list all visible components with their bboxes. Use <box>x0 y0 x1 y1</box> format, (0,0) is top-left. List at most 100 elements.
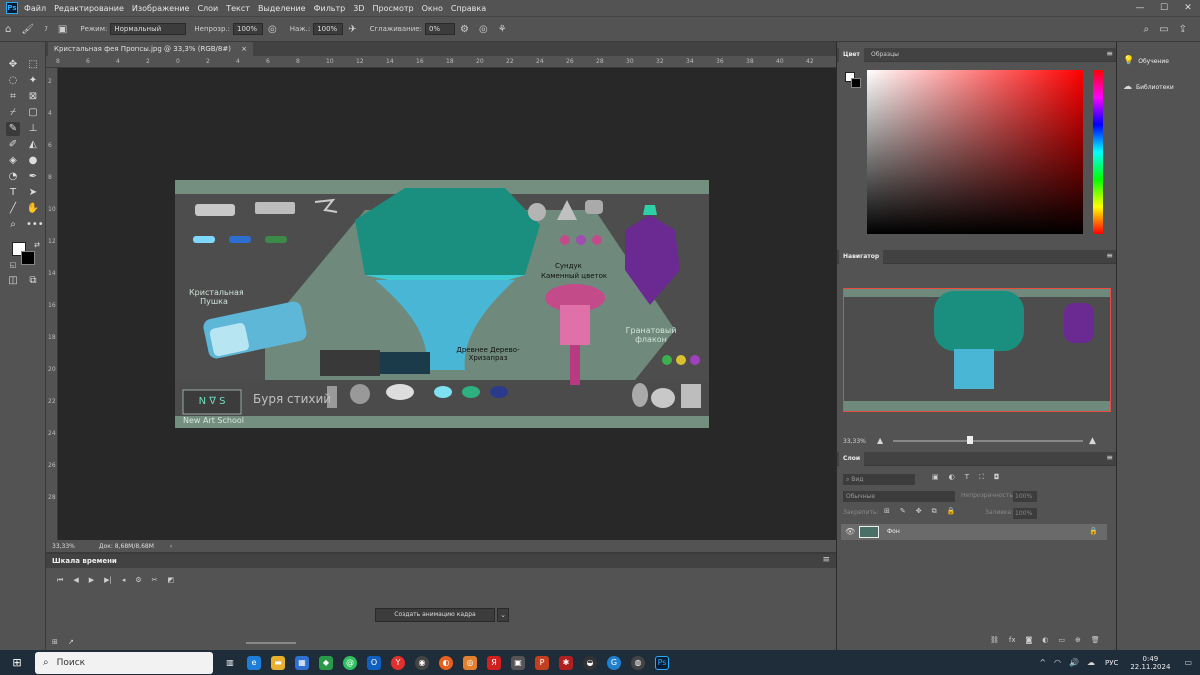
document-tab[interactable]: Кристальная фея Пропсы.jpg @ 33,3% (RGB/… <box>48 42 254 56</box>
lasso-tool-icon[interactable]: ◌ <box>6 74 20 88</box>
patch-tool-icon[interactable]: ▢ <box>26 106 40 120</box>
tab-color[interactable]: Цвет <box>839 48 864 62</box>
powerpoint-icon[interactable]: P <box>535 655 549 670</box>
libraries-panel-button[interactable]: ☁ Библиотеки <box>1123 82 1174 92</box>
document-image[interactable]: Кристальная Пушка Древнее Дерево-Хризапр… <box>175 180 709 428</box>
menu-3d[interactable]: 3D <box>353 4 364 13</box>
tray-network-icon[interactable]: ◠ <box>1054 658 1061 667</box>
close-icon[interactable]: ✕ <box>1176 0 1200 16</box>
zoom-out-icon[interactable]: ▲ <box>877 436 883 445</box>
zoom-in-icon[interactable]: ▲ <box>1089 436 1096 446</box>
first-frame-icon[interactable]: ⏮ <box>57 576 63 585</box>
minimize-icon[interactable]: — <box>1128 0 1152 16</box>
magic-wand-icon[interactable]: ✦ <box>26 74 40 88</box>
line-tool-icon[interactable]: ╱ <box>6 202 20 216</box>
yandex-icon[interactable]: Я <box>487 655 501 670</box>
group-icon[interactable]: ▭ <box>1058 636 1065 644</box>
app-icon-2[interactable]: ◉ <box>415 655 429 670</box>
layer-name[interactable]: Фон <box>887 528 900 535</box>
menu-image[interactable]: Изображение <box>132 4 190 13</box>
layer-row[interactable]: 👁 Фон 🔒 <box>841 524 1107 540</box>
blur-tool-icon[interactable]: ● <box>26 154 40 168</box>
whatsapp-icon[interactable]: @ <box>343 655 357 670</box>
stamp-tool-icon[interactable]: ⊥ <box>26 122 40 136</box>
windows-start-icon[interactable]: ⊞ <box>10 656 24 670</box>
notification-icon[interactable]: ▭ <box>1184 658 1192 667</box>
panel-background-swatch[interactable] <box>851 78 861 88</box>
next-frame-icon[interactable]: ▶| <box>104 576 112 585</box>
history-brush-icon[interactable]: ✐ <box>6 138 20 152</box>
brush-size-indicator[interactable]: 7 <box>44 26 48 33</box>
scissors-icon[interactable]: ✂ <box>152 576 158 585</box>
settings-gear-icon[interactable]: ⚙ <box>135 576 141 585</box>
pen-tool-icon[interactable]: ✒ <box>26 170 40 184</box>
link-layers-icon[interactable]: ⛓ <box>990 636 999 644</box>
transition-icon[interactable]: ◩ <box>168 576 175 585</box>
lock-all-icon[interactable]: 🔒 <box>947 507 956 516</box>
blend-mode-select[interactable]: Обычные <box>843 491 955 502</box>
outlook-icon[interactable]: O <box>367 655 381 670</box>
share-icon[interactable]: ⇪ <box>1179 24 1187 35</box>
background-color-swatch[interactable] <box>21 251 35 265</box>
menu-filter[interactable]: Фильтр <box>314 4 346 13</box>
gear-icon[interactable]: ⚙ <box>460 24 469 35</box>
lock-position-icon[interactable]: ✥ <box>916 507 922 516</box>
play-icon[interactable]: ▶ <box>89 576 94 585</box>
tray-chevron-icon[interactable]: ^ <box>1039 658 1046 667</box>
tray-language[interactable]: РУС <box>1105 659 1118 667</box>
panel-menu-icon[interactable]: ≡ <box>822 555 830 565</box>
taskbar-search-box[interactable]: ⌕ Поиск <box>35 651 213 674</box>
animation-type-dropdown-icon[interactable]: ⌄ <box>497 608 509 622</box>
pressure-field[interactable]: 100% <box>313 23 344 35</box>
eyedropper-icon[interactable]: ⌿ <box>6 106 20 120</box>
bucket-icon[interactable]: ◈ <box>6 154 20 168</box>
path-select-icon[interactable]: ➤ <box>26 186 40 200</box>
brush-tool-icon[interactable]: 🖌 <box>21 24 34 35</box>
lock-transparency-icon[interactable]: ⊞ <box>884 507 890 516</box>
close-tab-icon[interactable]: × <box>241 45 247 53</box>
zoom-readout[interactable]: 33,33% <box>52 543 75 550</box>
default-colors-icon[interactable]: ◱ <box>6 258 20 272</box>
maximize-icon[interactable]: ☐ <box>1152 0 1176 16</box>
menu-file[interactable]: Файл <box>24 4 46 13</box>
obs-icon[interactable]: ◍ <box>631 655 645 670</box>
navigator-zoom-thumb[interactable] <box>967 436 973 444</box>
task-view-icon[interactable]: ▥ <box>223 656 237 670</box>
hand-tool-icon[interactable]: ✋ <box>26 202 40 216</box>
convert-frames-icon[interactable]: ⊞ <box>52 638 58 646</box>
navigator-preview[interactable] <box>843 288 1111 412</box>
menu-layers[interactable]: Слои <box>197 4 218 13</box>
firefox-icon[interactable]: ◐ <box>439 655 453 670</box>
explorer-icon[interactable]: ▬ <box>271 655 285 670</box>
navigator-menu-icon[interactable]: ≡ <box>1106 251 1113 260</box>
layer-filter-select[interactable]: ⌕ Вид <box>843 474 915 485</box>
tray-clock[interactable]: 0:49 22.11.2024 <box>1130 655 1170 671</box>
filter-pixel-icon[interactable]: ▣ <box>932 473 939 482</box>
layer-visibility-eye-icon[interactable]: 👁 <box>845 527 855 536</box>
trash-icon[interactable]: 🗑 <box>1091 636 1100 644</box>
brush-icon[interactable]: ✎ <box>6 122 20 136</box>
store-icon[interactable]: ▦ <box>295 655 309 670</box>
brush-panel-icon[interactable]: ▣ <box>58 24 67 35</box>
crop-tool-icon[interactable]: ⌗ <box>6 90 20 104</box>
lock-pixels-icon[interactable]: ✎ <box>900 507 906 516</box>
symmetry-icon[interactable]: ⚘ <box>498 24 507 35</box>
dodge-tool-icon[interactable]: ◔ <box>6 170 20 184</box>
adjustment-layer-icon[interactable]: ◐ <box>1042 636 1048 644</box>
home-icon[interactable]: ⌂ <box>5 24 11 35</box>
filter-type-icon[interactable]: T <box>965 473 969 482</box>
quick-mask-icon[interactable]: ◫ <box>6 274 20 288</box>
prev-frame-icon[interactable]: ◀ <box>73 576 78 585</box>
new-layer-icon[interactable]: ⊕ <box>1075 636 1081 644</box>
swap-colors-icon[interactable]: ⇄ <box>30 238 44 252</box>
tray-volume-icon[interactable]: 🔊 <box>1069 658 1079 667</box>
screen-mode-icon[interactable]: ⧉ <box>26 274 40 288</box>
blender-icon[interactable]: ◎ <box>463 655 477 670</box>
navigator-zoom-slider[interactable] <box>893 440 1083 442</box>
tray-onedrive-icon[interactable]: ☁ <box>1087 658 1095 667</box>
search-icon[interactable]: ⌕ <box>1144 24 1150 35</box>
tab-navigator[interactable]: Навигатор <box>839 250 884 264</box>
status-arrow-icon[interactable]: › <box>170 543 172 550</box>
menu-help[interactable]: Справка <box>451 4 486 13</box>
pressure-size-icon[interactable]: ◎ <box>479 24 488 35</box>
